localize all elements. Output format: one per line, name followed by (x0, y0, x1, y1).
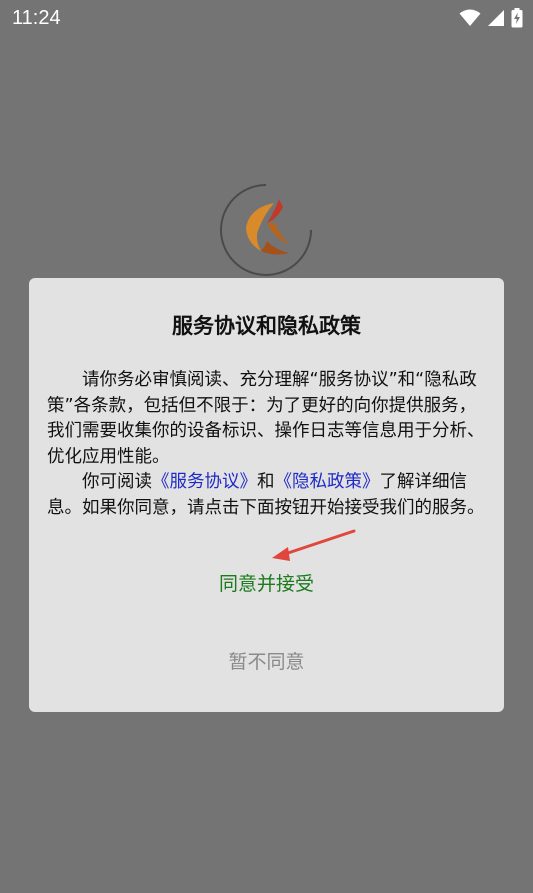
dialog-body: 请你务必审慎阅读、充分理解“服务协议”和“隐私政策”各条款，包括但不限于：为了更… (47, 368, 489, 521)
battery-charging-icon (511, 8, 523, 28)
status-bar: 11:24 (0, 0, 533, 38)
privacy-consent-dialog: 服务协议和隐私政策 请你务必审慎阅读、充分理解“服务协议”和“隐私政策”各条款，… (29, 278, 504, 712)
links-paragraph-prefix: 你可阅读 (82, 472, 152, 492)
cellular-signal-icon (487, 9, 505, 27)
splash-logo (219, 183, 313, 277)
status-icons (459, 7, 523, 29)
service-agreement-link[interactable]: 《服务协议》 (152, 472, 257, 492)
privacy-policy-link[interactable]: 《隐私政策》 (275, 472, 380, 492)
links-paragraph-and: 和 (257, 472, 275, 492)
terms-paragraph: 请你务必审慎阅读、充分理解“服务协议”和“隐私政策”各条款，包括但不限于：为了更… (47, 370, 485, 467)
phoenix-logo-icon (220, 184, 312, 276)
links-paragraph: 你可阅读《服务协议》和《隐私政策》了解详细信息。如果你同意，请点击下面按钮开始接… (47, 470, 489, 521)
decline-button[interactable]: 暂不同意 (179, 642, 354, 682)
dialog-title: 服务协议和隐私政策 (172, 314, 361, 338)
status-time: 11:24 (12, 7, 61, 29)
accept-button[interactable]: 同意并接受 (179, 564, 354, 604)
wifi-icon (459, 9, 481, 27)
